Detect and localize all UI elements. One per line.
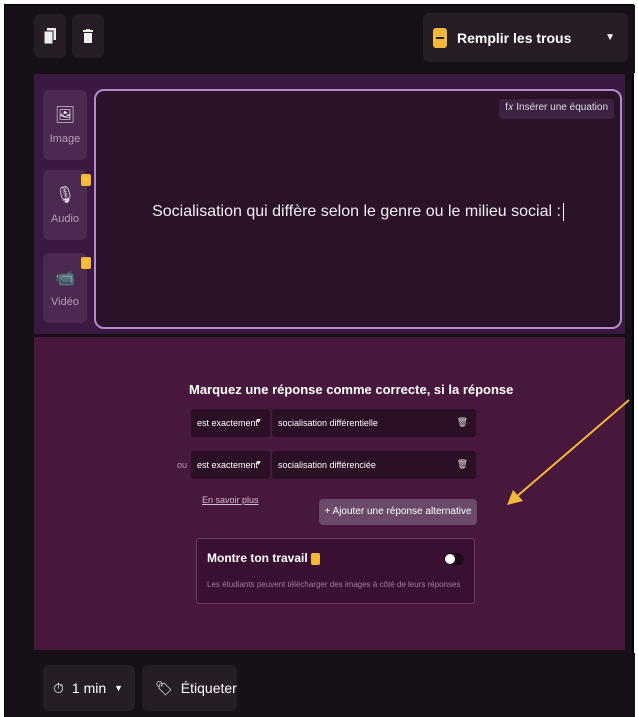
copy-icon bbox=[44, 28, 56, 44]
equation-icon: f𝑥 bbox=[505, 102, 514, 113]
stopwatch-icon: ⏱ bbox=[53, 679, 64, 696]
trash-icon[interactable]: 🗑 bbox=[457, 459, 468, 470]
insert-equation-button[interactable]: f𝑥 Insérer une équation bbox=[499, 99, 614, 119]
premium-badge-icon: ⚡ bbox=[81, 257, 91, 269]
image-label: Image bbox=[49, 133, 81, 145]
show-work-toggle[interactable] bbox=[444, 553, 464, 565]
answers-title: Marquez une réponse comme correcte, si l… bbox=[189, 382, 514, 397]
trash-icon[interactable]: 🗑 bbox=[457, 417, 468, 428]
video-camera-icon: 📹 bbox=[55, 270, 75, 287]
add-audio-button[interactable]: 🎙 ⚡ Audio bbox=[43, 170, 91, 240]
duplicate-button[interactable] bbox=[34, 14, 66, 58]
video-label: Vidéo bbox=[51, 296, 79, 308]
top-toolbar: Remplir les trous ▼ bbox=[5, 5, 635, 73]
premium-badge-icon bbox=[310, 552, 320, 565]
answer-input-1[interactable]: socialisation différentielle 🗑 bbox=[272, 409, 476, 437]
annotation-arrow bbox=[507, 399, 630, 505]
learn-more-link[interactable]: En savoir plus bbox=[202, 495, 259, 505]
question-text: Socialisation qui diffère selon le genre… bbox=[96, 203, 620, 221]
chevron-down-icon: ▼ bbox=[255, 460, 262, 467]
condition-label: est exactement bbox=[197, 418, 259, 428]
question-type-label: Remplir les trous bbox=[457, 29, 572, 46]
audio-label: Audio bbox=[50, 213, 80, 225]
show-work-description: Les étudiants peuvent télécharger des im… bbox=[207, 580, 461, 589]
fill-blank-icon bbox=[433, 27, 447, 48]
delete-button[interactable] bbox=[72, 14, 104, 58]
answer-input-2[interactable]: socialisation différenciée 🗑 bbox=[272, 451, 476, 479]
answer-value: socialisation différenciée bbox=[278, 460, 376, 470]
microphone-icon: 🎙 bbox=[54, 187, 76, 204]
or-label: ou bbox=[177, 460, 188, 470]
tag-button[interactable]: 🏷 Étiqueter bbox=[142, 665, 237, 711]
trash-icon bbox=[83, 29, 93, 43]
condition-select-2[interactable]: est exactement ▼ bbox=[191, 451, 270, 479]
question-type-dropdown[interactable]: Remplir les trous ▼ bbox=[423, 13, 628, 62]
tag-icon: 🏷 bbox=[155, 679, 173, 696]
question-text-editor[interactable]: f𝑥 Insérer une équation Socialisation qu… bbox=[94, 89, 622, 329]
chevron-down-icon: ▼ bbox=[114, 683, 124, 693]
add-image-button[interactable]: 🖼 Image bbox=[43, 90, 87, 160]
chevron-down-icon: ▼ bbox=[605, 32, 615, 43]
image-icon: 🖼 bbox=[54, 107, 76, 124]
insert-equation-label: Insérer une équation bbox=[516, 102, 608, 113]
timer-value: 1 min bbox=[71, 680, 107, 696]
question-editor-frame: Remplir les trous ▼ 🖼 Image 🎙 ⚡ Audio 📹 … bbox=[4, 4, 635, 717]
timer-dropdown[interactable]: ⏱ 1 min ▼ bbox=[43, 665, 135, 711]
chevron-down-icon: ▼ bbox=[255, 418, 262, 425]
add-video-button[interactable]: 📹 ⚡ Vidéo bbox=[43, 253, 91, 323]
condition-label: est exactement bbox=[197, 460, 259, 470]
text-cursor bbox=[562, 203, 564, 221]
show-work-card: Montre ton travail Les étudiants peuvent… bbox=[196, 538, 475, 604]
add-alternative-answer-button[interactable]: + Ajouter une réponse alternative bbox=[319, 499, 477, 525]
tag-label: Étiqueter bbox=[180, 680, 237, 696]
show-work-title: Montre ton travail bbox=[207, 551, 320, 565]
premium-badge-icon: ⚡ bbox=[81, 174, 91, 186]
answer-value: socialisation différentielle bbox=[278, 418, 378, 428]
condition-select-1[interactable]: est exactement ▼ bbox=[191, 409, 270, 437]
